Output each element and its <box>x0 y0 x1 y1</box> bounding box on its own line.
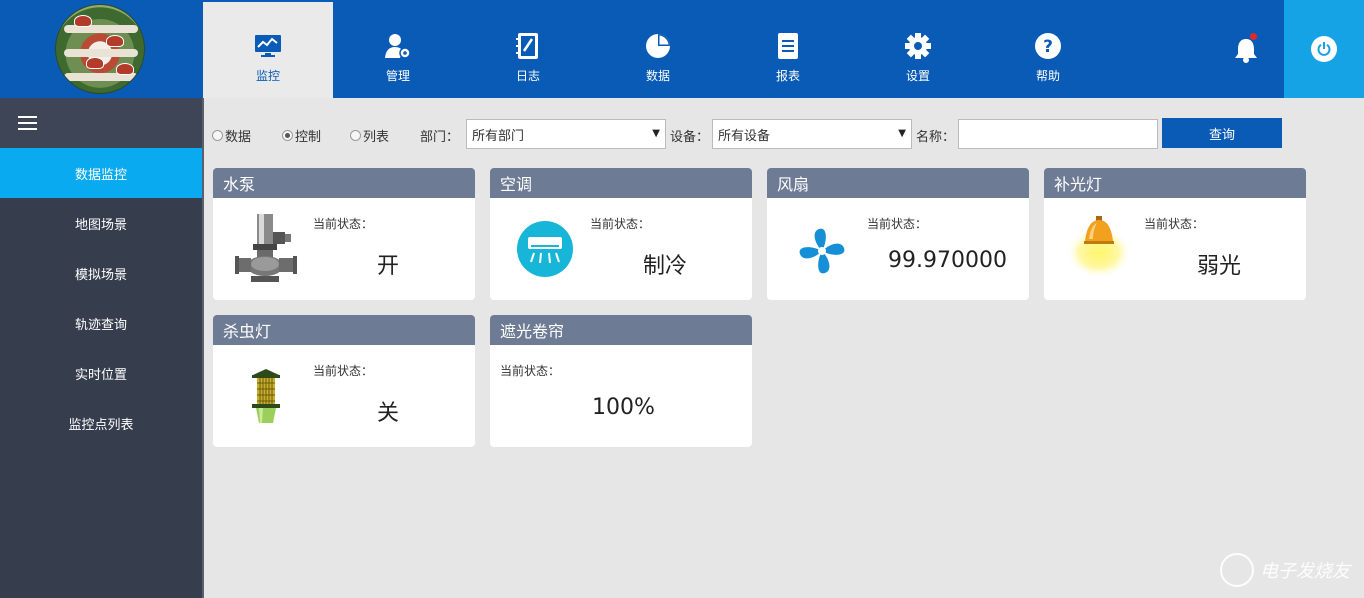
svg-text:?: ? <box>1043 37 1053 57</box>
nav-report[interactable]: 报表 <box>723 2 853 98</box>
status-value: 99.970000 <box>888 248 1007 273</box>
report-icon <box>774 32 802 60</box>
device-card-fan[interactable]: 风扇 当前状态： 99.970000 <box>767 168 1029 300</box>
user-settings-icon <box>384 32 412 60</box>
device-card-grow-light[interactable]: 补光灯 当前状态： 弱光 <box>1044 168 1306 300</box>
nav-log[interactable]: 日志 <box>463 2 593 98</box>
notebook-icon <box>514 32 542 60</box>
department-select-value: 所有部门 <box>472 128 525 144</box>
radio-circle <box>282 130 293 141</box>
radio-circle <box>350 130 361 141</box>
radio-data-label: 数据 <box>225 130 252 145</box>
radio-control[interactable]: 控制 <box>282 126 321 145</box>
status-label: 当前状态： <box>1144 217 1205 231</box>
device-card-insect-lamp[interactable]: 杀虫灯 当前状态： 关 <box>213 315 475 447</box>
menu-toggle[interactable] <box>0 98 202 148</box>
dropdown-arrow-icon: ▼ <box>898 128 906 139</box>
nav-report-label: 报表 <box>775 69 800 83</box>
card-title: 杀虫灯 <box>213 315 475 345</box>
watermark-text: 电子发烧友 <box>1260 561 1350 582</box>
top-bar: 监控 管理 日志 数据 报表 设置 ? 帮助 <box>0 0 1364 98</box>
monitor-icon <box>254 32 282 60</box>
device-select-value: 所有设备 <box>718 128 771 144</box>
card-title: 风扇 <box>767 168 1029 198</box>
status-label: 当前状态： <box>313 364 374 378</box>
card-title: 遮光卷帘 <box>490 315 752 345</box>
sidebar-item-data-monitor[interactable]: 数据监控 <box>0 148 202 198</box>
nav-log-label: 日志 <box>515 69 540 83</box>
device-card-air-conditioner[interactable]: 空调 当前状态： 制冷 <box>490 168 752 300</box>
nav-monitor-label: 监控 <box>255 69 280 83</box>
nav-monitor[interactable]: 监控 <box>203 2 333 98</box>
status-value: 开 <box>377 254 400 279</box>
status-label: 当前状态： <box>500 364 561 378</box>
filter-toolbar: 数据 控制 列表 部门： 所有部门 ▼ 设备： 所有设备 ▼ 名称： 查询 <box>212 118 1292 150</box>
power-button[interactable] <box>1284 0 1364 98</box>
sidebar-item-sim-scene[interactable]: 模拟场景 <box>0 248 202 298</box>
card-title: 空调 <box>490 168 752 198</box>
help-icon: ? <box>1034 32 1062 60</box>
name-label: 名称： <box>916 130 956 145</box>
department-select[interactable]: 所有部门 ▼ <box>466 119 666 149</box>
nav-settings[interactable]: 设置 <box>853 2 983 98</box>
sidebar-divider <box>202 98 204 598</box>
device-card-shade-curtain[interactable]: 遮光卷帘 当前状态： 100% <box>490 315 752 447</box>
status-value: 制冷 <box>643 254 688 279</box>
dropdown-arrow-icon: ▼ <box>652 128 660 139</box>
nav-settings-label: 设置 <box>905 69 930 83</box>
department-label: 部门： <box>420 130 460 145</box>
nav-manage-label: 管理 <box>385 69 410 83</box>
device-card-water-pump[interactable]: 水泵 当前状态： 开 <box>213 168 475 300</box>
nav-manage[interactable]: 管理 <box>333 2 463 98</box>
logo <box>55 4 145 94</box>
gear-icon <box>904 32 932 60</box>
device-select[interactable]: 所有设备 ▼ <box>712 119 912 149</box>
radio-list-label: 列表 <box>363 130 390 145</box>
sidebar-item-live-location[interactable]: 实时位置 <box>0 348 202 398</box>
radio-control-label: 控制 <box>295 130 322 145</box>
device-label: 设备： <box>670 130 710 145</box>
status-value: 100% <box>592 395 655 420</box>
radio-data[interactable]: 数据 <box>212 126 251 145</box>
sidebar: 数据监控 地图场景 模拟场景 轨迹查询 实时位置 监控点列表 <box>0 98 202 598</box>
notification-dot <box>1250 33 1257 40</box>
watermark: 电子发烧友 <box>1220 550 1360 590</box>
sidebar-item-point-list[interactable]: 监控点列表 <box>0 398 202 448</box>
nav-data[interactable]: 数据 <box>593 2 723 98</box>
water-pump-icon <box>235 212 301 288</box>
radio-list[interactable]: 列表 <box>350 126 389 145</box>
status-label: 当前状态： <box>867 217 928 231</box>
status-value: 关 <box>377 401 400 426</box>
nav-help[interactable]: ? 帮助 <box>983 2 1113 98</box>
pie-chart-icon <box>644 32 672 60</box>
status-label: 当前状态： <box>313 217 374 231</box>
card-title: 补光灯 <box>1044 168 1306 198</box>
card-title: 水泵 <box>213 168 475 198</box>
status-value: 弱光 <box>1197 254 1242 279</box>
power-icon <box>1311 36 1337 62</box>
nav-help-label: 帮助 <box>1035 69 1060 83</box>
insect-lamp-icon <box>249 367 283 429</box>
grow-light-icon <box>1064 212 1134 282</box>
logo-area <box>0 0 202 98</box>
air-conditioner-icon <box>516 220 574 282</box>
fan-icon <box>797 226 847 280</box>
name-input[interactable] <box>958 119 1158 149</box>
main-nav: 监控 管理 日志 数据 报表 设置 ? 帮助 <box>203 2 1113 98</box>
watermark-logo-icon <box>1220 553 1254 587</box>
sidebar-item-track-query[interactable]: 轨迹查询 <box>0 298 202 348</box>
nav-data-label: 数据 <box>645 69 670 83</box>
sidebar-item-map-scene[interactable]: 地图场景 <box>0 198 202 248</box>
query-button[interactable]: 查询 <box>1162 118 1282 148</box>
radio-circle <box>212 130 223 141</box>
bell-icon[interactable] <box>1232 36 1260 64</box>
status-label: 当前状态： <box>590 217 651 231</box>
hamburger-icon <box>18 112 37 134</box>
